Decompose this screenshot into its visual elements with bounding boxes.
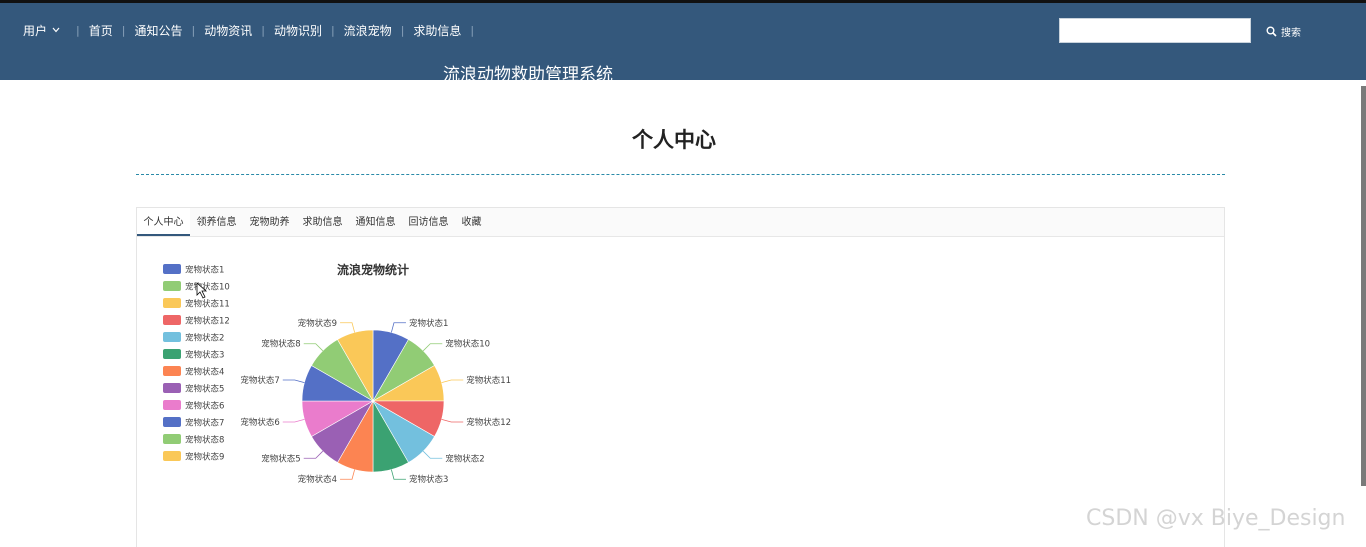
- legend-swatch: [163, 383, 181, 393]
- profile-panel: 个人中心 领养信息 宠物助养 求助信息 通知信息 回访信息 收藏 流浪宠物统计宠…: [136, 207, 1225, 547]
- legend-label: 宠物状态3: [185, 350, 224, 361]
- page-scrollbar[interactable]: [1361, 86, 1366, 486]
- tab-help-info[interactable]: 求助信息: [296, 208, 349, 236]
- pie-label: 宠物状态10: [445, 339, 490, 350]
- pie-label: 宠物状态1: [409, 318, 448, 329]
- tab-notifications[interactable]: 通知信息: [349, 208, 402, 236]
- legend-label: 宠物状态4: [185, 367, 224, 378]
- csdn-watermark: CSDN @vx Biye_Design: [1086, 506, 1346, 531]
- legend-swatch: [163, 349, 181, 359]
- pie-label-line: [441, 418, 464, 423]
- legend-swatch: [163, 400, 181, 410]
- tab-pet-sponsorship[interactable]: 宠物助养: [243, 208, 296, 236]
- legend-swatch: [163, 298, 181, 308]
- pie-label-line: [422, 343, 443, 352]
- nav-separator: |: [121, 23, 126, 37]
- pie-label: 宠物状态2: [445, 453, 484, 464]
- legend-swatch: [163, 417, 181, 427]
- title-divider: [136, 174, 1225, 175]
- pie-label-line: [282, 379, 305, 384]
- tab-favorites[interactable]: 收藏: [455, 208, 488, 236]
- pie-label: 宠物状态5: [261, 453, 300, 464]
- site-title: 流浪动物救助管理系统: [443, 65, 613, 85]
- chart-title: 流浪宠物统计: [337, 262, 409, 277]
- legend-swatch: [163, 451, 181, 461]
- top-nav: 用户 | 首页 | 通知公告 | 动物资讯 | 动物识别 | 流浪宠物 | 求助…: [23, 21, 483, 39]
- pie-label: 宠物状态3: [409, 474, 448, 485]
- pie-label-line: [422, 450, 443, 459]
- legend-label: 宠物状态8: [185, 435, 224, 446]
- legend-label: 宠物状态10: [185, 282, 230, 293]
- pie-label: 宠物状态4: [298, 474, 337, 485]
- nav-animal-news[interactable]: 动物资讯: [204, 22, 252, 39]
- legend-label: 宠物状态7: [185, 418, 224, 429]
- pie-label-line: [441, 379, 464, 384]
- nav-animal-identification[interactable]: 动物识别: [274, 22, 322, 39]
- pie-label-line: [303, 343, 324, 352]
- legend-label: 宠物状态9: [185, 452, 224, 463]
- search-icon: [1266, 26, 1277, 37]
- legend-label: 宠物状态5: [185, 384, 224, 395]
- legend-label: 宠物状态1: [185, 265, 224, 276]
- nav-separator: |: [76, 23, 80, 37]
- user-menu-label: 用户: [23, 23, 48, 38]
- pie-label-line: [282, 418, 305, 423]
- pie-label-line: [390, 469, 406, 480]
- tab-follow-up-info[interactable]: 回访信息: [402, 208, 455, 236]
- legend-label: 宠物状态2: [185, 333, 224, 344]
- tab-adoption-info[interactable]: 领养信息: [190, 208, 243, 236]
- pie-label-line: [340, 469, 356, 480]
- nav-stray-pets[interactable]: 流浪宠物: [344, 22, 392, 39]
- search-button-label: 搜索: [1281, 28, 1301, 39]
- legend-label: 宠物状态6: [185, 401, 224, 412]
- chevron-down-icon: [52, 27, 60, 33]
- nav-help-info[interactable]: 求助信息: [413, 22, 461, 39]
- legend-label: 宠物状态12: [185, 316, 230, 327]
- legend-swatch: [163, 434, 181, 444]
- legend-swatch: [163, 315, 181, 325]
- pie-label-line: [303, 450, 324, 459]
- tab-bar: 个人中心 领养信息 宠物助养 求助信息 通知信息 回访信息 收藏: [137, 208, 1224, 237]
- legend-swatch: [163, 366, 181, 376]
- pie-label: 宠物状态7: [240, 375, 279, 386]
- pie-label: 宠物状态9: [298, 318, 337, 329]
- legend-label: 宠物状态11: [185, 299, 230, 310]
- pie-label: 宠物状态12: [466, 417, 511, 428]
- header-bar: 用户 | 首页 | 通知公告 | 动物资讯 | 动物识别 | 流浪宠物 | 求助…: [0, 3, 1366, 85]
- search-button[interactable]: 搜索: [1266, 24, 1301, 39]
- pie-label-line: [390, 322, 406, 333]
- stray-pet-pie-chart: 流浪宠物统计宠物状态1宠物状态10宠物状态11宠物状态12宠物状态2宠物状态3宠…: [163, 262, 511, 485]
- nav-separator: |: [330, 23, 335, 37]
- page-title: 个人中心: [632, 128, 716, 152]
- nav-home[interactable]: 首页: [89, 22, 113, 39]
- user-menu[interactable]: 用户: [23, 22, 60, 39]
- nav-separator: |: [261, 23, 265, 37]
- nav-separator: |: [400, 23, 405, 37]
- nav-separator: |: [191, 23, 196, 37]
- pie-label-line: [340, 322, 356, 333]
- pie-label: 宠物状态8: [261, 339, 300, 350]
- pie-label: 宠物状态11: [466, 375, 511, 386]
- nav-announcements[interactable]: 通知公告: [134, 22, 182, 39]
- tab-personal-center[interactable]: 个人中心: [137, 208, 190, 236]
- legend-swatch: [163, 264, 181, 274]
- nav-separator: |: [470, 23, 475, 37]
- legend-swatch: [163, 332, 181, 342]
- search-input[interactable]: [1059, 18, 1251, 43]
- pie-label: 宠物状态6: [240, 417, 279, 428]
- legend-swatch: [163, 281, 181, 291]
